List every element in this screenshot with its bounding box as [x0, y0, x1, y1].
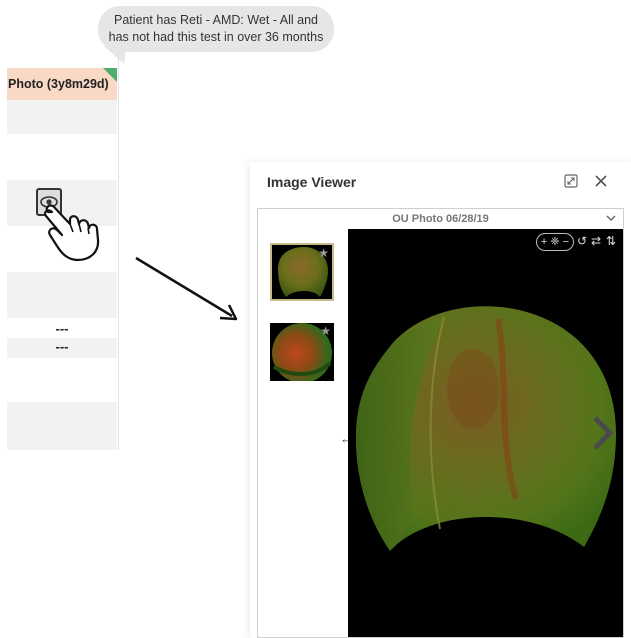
- zoom-reset-button[interactable]: ❈: [550, 236, 559, 248]
- photo-column-header-label: Photo (3y8m29d): [8, 77, 109, 91]
- table-row: ---: [7, 338, 117, 358]
- zoom-out-button[interactable]: −: [563, 236, 569, 248]
- fundus-thumb-1[interactable]: ★: [270, 243, 334, 301]
- chevron-down-icon: [606, 215, 616, 221]
- image-frame: OU Photo 06/28/19 ★ ★ ← + ❈ − ↺ ⇄ ⇅: [257, 208, 624, 638]
- table-row: [7, 134, 117, 180]
- table-row: [7, 358, 117, 402]
- zoom-controls[interactable]: + ❈ −: [536, 233, 574, 251]
- close-icon: [595, 175, 607, 187]
- photo-column-header[interactable]: Photo (3y8m29d): [7, 68, 117, 100]
- star-icon[interactable]: ★: [318, 247, 329, 259]
- corner-flag-icon: [103, 68, 117, 82]
- flip-vertical-button[interactable]: ⇅: [606, 233, 616, 249]
- thumbnail-strip: ★ ★: [258, 229, 348, 637]
- table-row: [7, 100, 117, 134]
- arrow-icon: [135, 256, 238, 321]
- chevron-right-icon: [593, 416, 613, 450]
- fundus-thumb-2[interactable]: ★: [270, 323, 334, 381]
- table-row: [7, 402, 117, 450]
- table-row: [7, 272, 117, 318]
- tooltip: Patient has Reti - AMD: Wet - All and ha…: [98, 6, 334, 52]
- flip-horizontal-button[interactable]: ⇄: [591, 233, 601, 249]
- image-header-label: OU Photo 06/28/19: [392, 213, 489, 225]
- close-button[interactable]: [594, 174, 610, 190]
- expand-icon: [564, 174, 578, 188]
- rotate-button[interactable]: ↺: [577, 233, 587, 249]
- tooltip-line-1: Patient has Reti - AMD: Wet - All and: [113, 13, 319, 27]
- star-icon[interactable]: ★: [320, 325, 331, 337]
- next-image-button[interactable]: [590, 415, 614, 456]
- fundus-image: [356, 306, 616, 551]
- zoom-in-button[interactable]: +: [541, 236, 547, 248]
- image-select-dropdown[interactable]: OU Photo 06/28/19: [258, 209, 623, 229]
- viewer-title: Image Viewer: [267, 174, 357, 190]
- image-viewer-panel: Image Viewer OU Photo 06/28/19 ★ ★ ← + ❈…: [250, 162, 631, 638]
- table-row: ---: [55, 321, 69, 336]
- image-stage: + ❈ − ↺ ⇄ ⇅: [348, 229, 623, 637]
- expand-button[interactable]: [564, 174, 580, 190]
- tooltip-line-2: has not had this test in over 36 months: [108, 30, 324, 44]
- hand-pointer-icon: [44, 204, 100, 262]
